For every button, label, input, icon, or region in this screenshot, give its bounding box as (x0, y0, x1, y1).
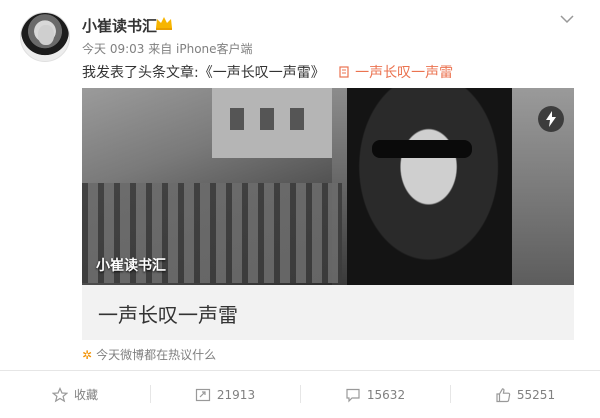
comment-icon (346, 388, 360, 402)
comment-button[interactable]: 15632 (300, 371, 450, 418)
flash-icon (538, 106, 564, 132)
hot-topics-label: 今天微博都在热议什么 (96, 348, 217, 362)
favorite-button[interactable]: 收藏 (0, 371, 150, 418)
article-card[interactable]: 小崔读书汇 一声长叹一声雷 (82, 88, 574, 340)
post-text-prefix: 我发表了头条文章: (82, 65, 199, 81)
username[interactable]: 小崔读书汇 (82, 15, 157, 36)
comment-count: 15632 (366, 387, 406, 402)
article-link[interactable]: 一声长叹一声雷 (355, 65, 453, 81)
avatar[interactable] (20, 12, 70, 62)
weibo-post: 小崔读书汇 今天 09:03 来自 iPhone客户端 我发表了头条文章:《一声… (0, 0, 600, 418)
post-meta: 今天 09:03 来自 iPhone客户端 (82, 42, 253, 56)
action-bar: 收藏 21913 15632 55251 (0, 371, 600, 418)
cover-caption: 小崔读书汇 (96, 258, 166, 274)
repost-icon (195, 388, 211, 401)
chevron-down-icon[interactable] (560, 14, 574, 24)
link-icon (339, 66, 349, 78)
vip-crown-icon (156, 17, 172, 30)
post-text: 我发表了头条文章:《一声长叹一声雷》 一声长叹一声雷 (82, 62, 453, 82)
like-count: 55251 (516, 387, 556, 402)
like-icon (496, 387, 511, 402)
repost-button[interactable]: 21913 (150, 371, 300, 418)
article-cover-image[interactable]: 小崔读书汇 (82, 88, 574, 285)
post-article-title: 《一声长叹一声雷》 (198, 65, 325, 81)
like-button[interactable]: 55251 (450, 371, 600, 418)
favorite-label: 收藏 (73, 388, 98, 402)
hot-topics-link[interactable]: ✲ 今天微博都在热议什么 (82, 346, 216, 363)
article-card-title[interactable]: 一声长叹一声雷 (98, 299, 238, 328)
favorite-icon (51, 386, 68, 402)
repost-count: 21913 (216, 387, 256, 402)
star-icon: ✲ (82, 348, 93, 362)
